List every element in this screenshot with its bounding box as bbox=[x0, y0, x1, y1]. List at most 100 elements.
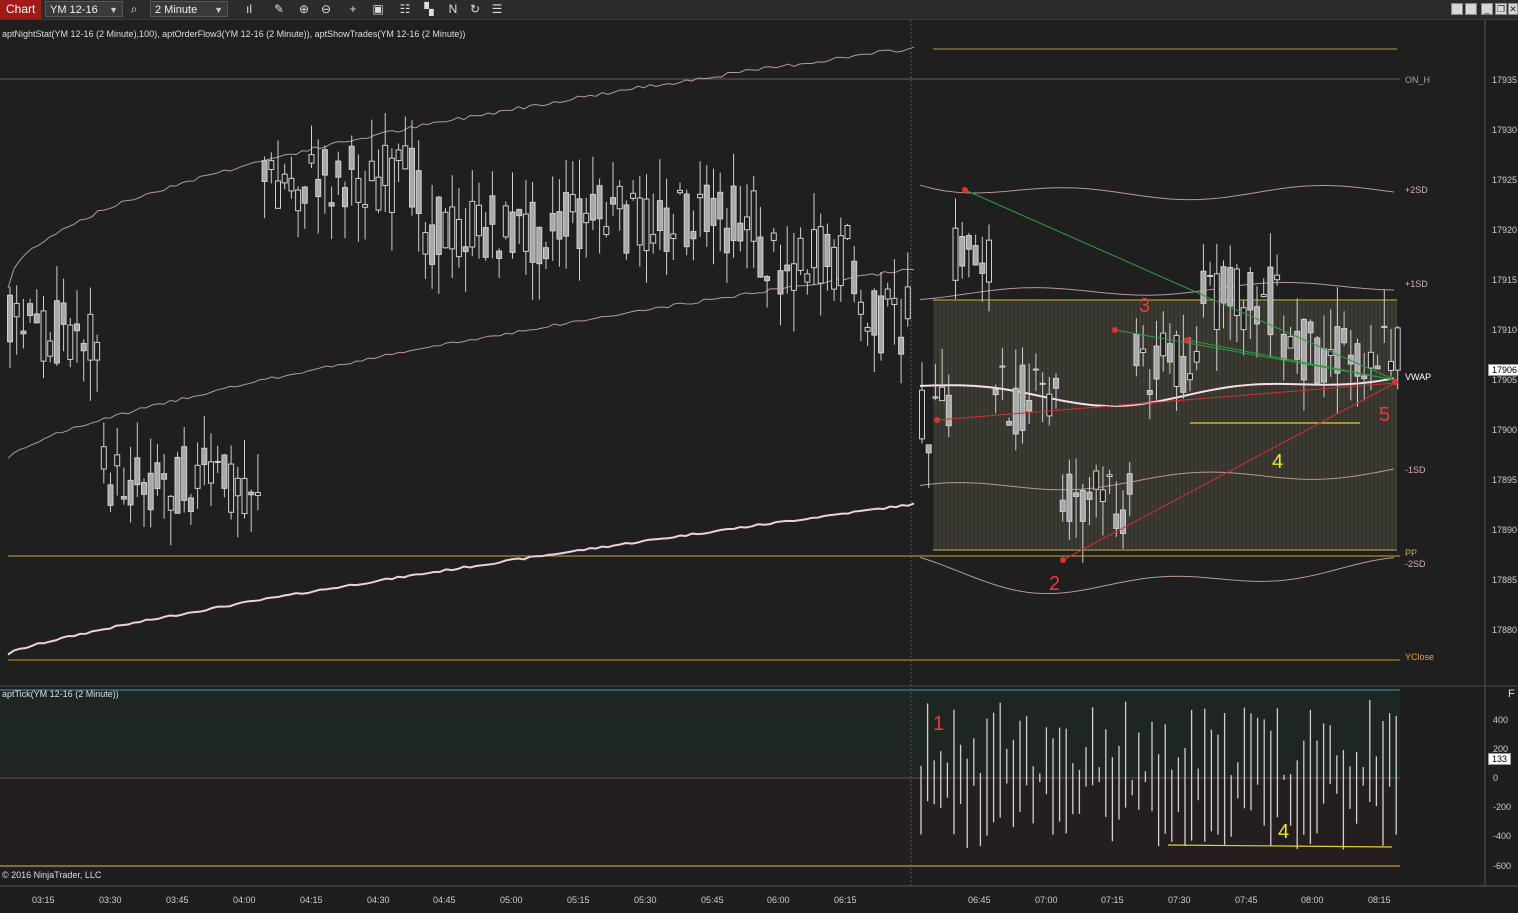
candle-body bbox=[744, 216, 750, 231]
price-tick-label: 17925 bbox=[1492, 175, 1518, 185]
candle-body bbox=[1388, 360, 1394, 371]
candle-body bbox=[362, 204, 369, 208]
drawing-tools-icon[interactable]: N bbox=[445, 2, 461, 17]
price-chart-canvas[interactable] bbox=[0, 20, 1518, 913]
time-tick-label: 07:15 bbox=[1101, 895, 1124, 905]
candle-body bbox=[47, 340, 54, 357]
candle-body bbox=[194, 464, 201, 489]
candle-body bbox=[610, 197, 616, 205]
candle-body bbox=[831, 246, 838, 290]
candle-body bbox=[1153, 345, 1160, 380]
candle-body bbox=[1032, 368, 1039, 371]
time-tick-label: 04:45 bbox=[433, 895, 456, 905]
candle-body bbox=[214, 460, 221, 463]
candle-body bbox=[348, 145, 355, 170]
tile-vertical-icon[interactable] bbox=[1465, 3, 1477, 15]
candle-body bbox=[1066, 473, 1073, 522]
candle-body bbox=[670, 233, 677, 240]
time-tick-label: 05:30 bbox=[634, 895, 657, 905]
candle-body bbox=[496, 250, 503, 259]
refresh-icon[interactable]: ↻ bbox=[467, 2, 483, 17]
candle-body bbox=[295, 189, 302, 212]
candle-body bbox=[1227, 267, 1234, 307]
candle-body bbox=[87, 313, 94, 361]
candle-body bbox=[388, 157, 395, 213]
level-label: YClose bbox=[1405, 652, 1435, 662]
candle-body bbox=[1073, 492, 1080, 497]
candle-body bbox=[1012, 387, 1019, 435]
strategies-icon[interactable]: ▚ bbox=[421, 2, 437, 17]
candle-body bbox=[784, 264, 791, 272]
candle-body bbox=[569, 194, 576, 213]
zoom-out-icon[interactable]: ⊖ bbox=[318, 2, 334, 17]
candle-body bbox=[804, 273, 811, 283]
crosshair-icon[interactable]: + bbox=[345, 2, 361, 17]
time-tick-label: 06:15 bbox=[834, 895, 857, 905]
candle-body bbox=[80, 342, 87, 352]
candle-body bbox=[476, 204, 482, 237]
bar-style-icon[interactable]: ıl bbox=[241, 2, 257, 17]
candle-body bbox=[167, 495, 174, 511]
trade-marker bbox=[1060, 557, 1066, 563]
list-icon[interactable]: ☰ bbox=[489, 2, 505, 17]
pencil-icon[interactable]: ✎ bbox=[271, 2, 287, 17]
candle-body bbox=[7, 294, 13, 343]
candle-body bbox=[543, 247, 549, 260]
candle-body bbox=[945, 394, 952, 427]
candle-body bbox=[1220, 266, 1227, 304]
close-icon[interactable]: ✕ bbox=[1508, 3, 1518, 15]
price-tick-label: 17885 bbox=[1492, 575, 1518, 585]
candle-body bbox=[100, 446, 107, 470]
candle-body bbox=[1173, 334, 1180, 388]
candle-body bbox=[201, 447, 208, 466]
candle-body bbox=[1113, 513, 1120, 529]
candle-body bbox=[596, 185, 603, 220]
candle-body bbox=[549, 212, 556, 232]
level-label: +1SD bbox=[1405, 279, 1428, 289]
candle-body bbox=[1300, 318, 1307, 381]
annotation-1: 1 bbox=[933, 713, 945, 735]
chevron-down-icon: ▼ bbox=[214, 5, 223, 15]
candle-body bbox=[656, 200, 663, 231]
candle-body bbox=[154, 462, 161, 490]
tick-axis-label: -400 bbox=[1493, 831, 1512, 842]
tile-horizontal-icon[interactable] bbox=[1451, 3, 1463, 15]
minimize-icon[interactable]: _ bbox=[1481, 3, 1493, 15]
time-tick-label: 03:45 bbox=[166, 895, 189, 905]
candle-body bbox=[449, 206, 456, 250]
trade-marker bbox=[962, 187, 968, 193]
level-label: +2SD bbox=[1405, 185, 1428, 195]
candle-body bbox=[1093, 470, 1100, 490]
indicators-icon[interactable]: ☷ bbox=[397, 2, 413, 17]
candle-body bbox=[355, 177, 362, 203]
candle-body bbox=[1274, 274, 1281, 281]
time-tick-label: 05:45 bbox=[701, 895, 724, 905]
candle-body bbox=[1307, 321, 1314, 334]
candle-body bbox=[556, 211, 563, 240]
candle-body bbox=[972, 245, 979, 266]
candle-body bbox=[1166, 343, 1173, 363]
candle-body bbox=[442, 211, 449, 249]
candle-body bbox=[429, 224, 436, 265]
tick-axis-label: -600 bbox=[1493, 860, 1512, 871]
search-icon[interactable]: ⌕ bbox=[126, 2, 142, 17]
interval-selector[interactable]: 2 Minute ▼ bbox=[150, 1, 228, 17]
tick-axis-label: 400 bbox=[1493, 714, 1509, 725]
tick-panel-corner-label[interactable]: F bbox=[1508, 688, 1515, 700]
candle-body bbox=[851, 260, 858, 295]
candle-body bbox=[623, 204, 630, 254]
properties-icon[interactable]: ▣ bbox=[370, 2, 386, 17]
chart-tab[interactable]: Chart bbox=[0, 0, 42, 19]
candle-body bbox=[1354, 343, 1361, 377]
instrument-selector[interactable]: YM 12-16 ▼ bbox=[45, 1, 123, 17]
candle-body bbox=[904, 286, 911, 320]
candle-body bbox=[777, 270, 784, 295]
main-indicator-label: aptNightStat(YM 12-16 (2 Minute),100), a… bbox=[2, 29, 466, 39]
price-tick-label: 17895 bbox=[1492, 475, 1518, 485]
candle-body bbox=[382, 144, 389, 186]
price-tick-label: 17890 bbox=[1492, 525, 1518, 535]
candle-body bbox=[1394, 327, 1401, 371]
candle-body bbox=[643, 198, 650, 252]
restore-icon[interactable]: ❐ bbox=[1495, 3, 1507, 15]
zoom-in-icon[interactable]: ⊕ bbox=[296, 2, 312, 17]
